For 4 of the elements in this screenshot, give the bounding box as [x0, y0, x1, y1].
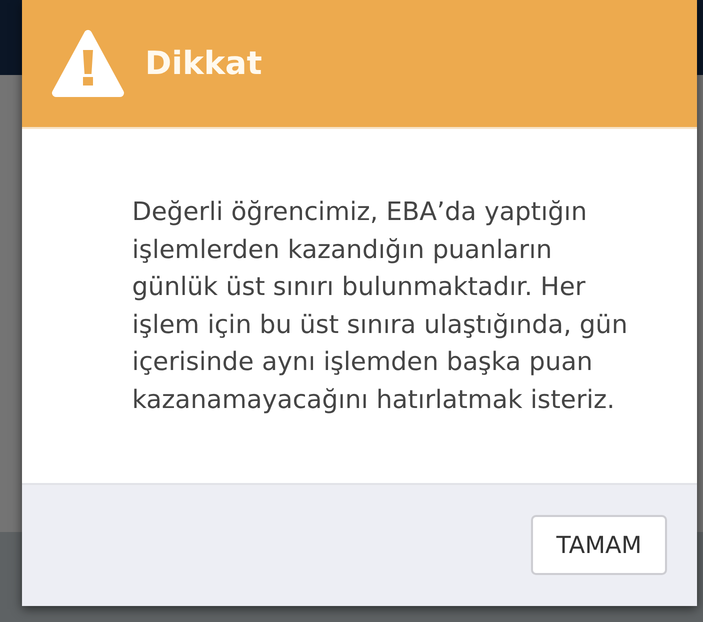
dialog-title: Dikkat [145, 44, 262, 83]
dialog-message: Değerli öğrencimiz, EBA’da yaptığın işlemlerden kazandığın puanların günlük üst sınırı bulunmaktadır. Her işlem için bu üst sınıra ulaştığında, gün içerisinde aynı işlemden başka puan kazanamayacağını hatırlatmak isteriz. [132, 196, 629, 416]
warning-icon [52, 30, 124, 97]
ok-button[interactable]: TAMAM [531, 515, 667, 576]
